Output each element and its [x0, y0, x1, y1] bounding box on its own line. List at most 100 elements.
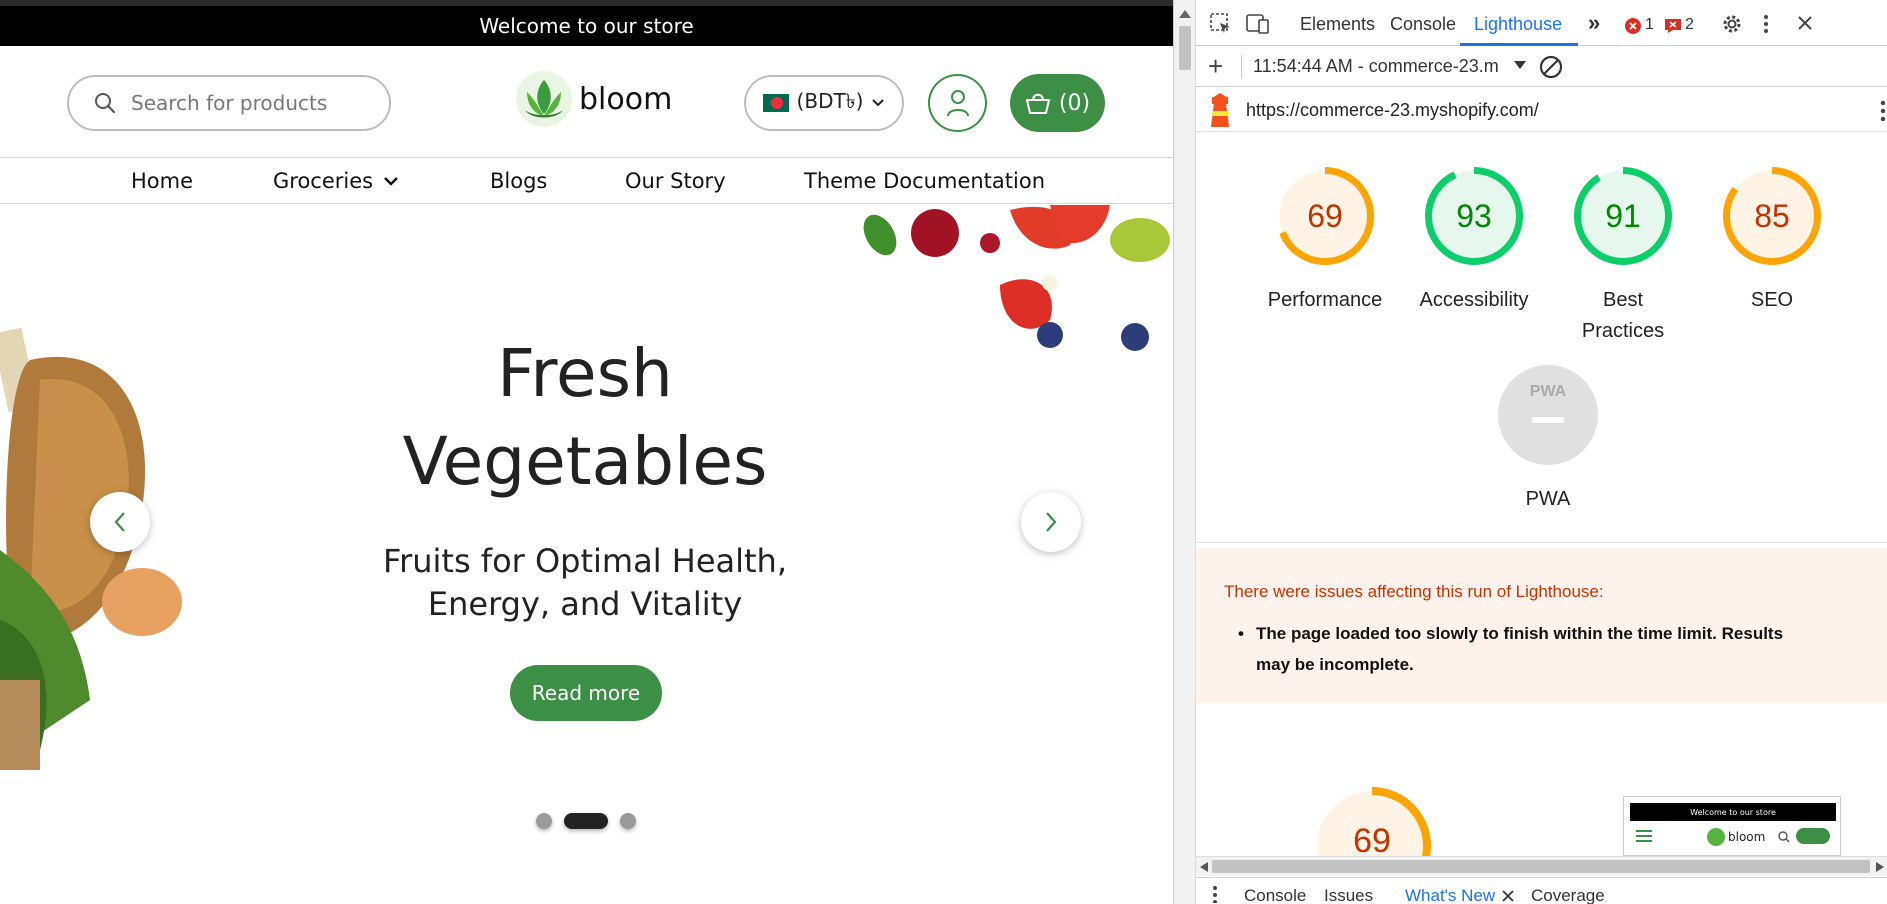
nav-blogs[interactable]: Blogs — [490, 169, 547, 193]
nav-our-story[interactable]: Our Story — [625, 169, 726, 193]
close-drawer-tab-icon[interactable] — [1502, 890, 1514, 902]
tab-lighthouse[interactable]: Lighthouse — [1474, 14, 1562, 35]
drawer-tab-issues[interactable]: Issues — [1324, 886, 1373, 904]
read-more-button[interactable]: Read more — [510, 665, 662, 721]
nav-groceries[interactable]: Groceries — [273, 169, 399, 193]
settings-gear-icon[interactable] — [1721, 13, 1743, 35]
hscroll-thumb[interactable] — [1212, 860, 1870, 873]
lighthouse-logo-icon — [1211, 93, 1229, 127]
slider-dot-1[interactable] — [536, 813, 552, 829]
warning-item-line1: The page loaded too slowly to finish wit… — [1256, 624, 1784, 643]
bangladesh-flag-icon — [762, 94, 789, 112]
tab-elements[interactable]: Elements — [1300, 14, 1375, 35]
drawer-tab-console[interactable]: Console — [1244, 886, 1306, 904]
announcement-text: Welcome to our store — [479, 14, 694, 38]
nav-theme-documentation[interactable]: Theme Documentation — [804, 169, 1045, 193]
warning-title: There were issues affecting this run of … — [1224, 582, 1604, 601]
thumb-search-icon — [1778, 831, 1790, 843]
logo-text: bloom — [579, 81, 673, 117]
gauge-best-practices[interactable]: 91 Best Practices — [1573, 166, 1673, 347]
pwa-badge-icon — [1498, 365, 1598, 465]
gauge-seo[interactable]: 85 SEO — [1722, 166, 1822, 316]
search-placeholder: Search for products — [131, 91, 328, 115]
new-report-icon[interactable]: + — [1208, 51, 1223, 82]
horizontal-scrollbar[interactable] — [1196, 856, 1887, 876]
fruits-image — [863, 205, 1170, 351]
slider-prev-button[interactable] — [90, 492, 150, 552]
bullet: • — [1238, 624, 1244, 643]
close-devtools-icon[interactable] — [1796, 14, 1814, 34]
hero-title-line2: Vegetables — [402, 423, 768, 500]
slider-dot-3[interactable] — [620, 813, 636, 829]
issues-icon — [1665, 19, 1681, 33]
drawer-tab-bar: Console Issues What's New Coverage — [1196, 877, 1887, 904]
slider-dot-2-active[interactable] — [564, 813, 608, 829]
chevron-down-icon — [872, 99, 885, 107]
scroll-right-icon — [1876, 862, 1884, 872]
drawer-menu-icon[interactable] — [1212, 885, 1218, 903]
report-url[interactable]: https://commerce-23.myshopify.com/ — [1246, 100, 1539, 121]
performance-gauge-large: 69 — [1312, 786, 1432, 856]
gauge-accessibility[interactable]: 93 Accessibility — [1420, 166, 1528, 316]
hero-subtitle-line1: Fruits for Optimal Health, — [383, 542, 787, 580]
nav-home[interactable]: Home — [131, 169, 193, 193]
tab-console[interactable]: Console — [1390, 14, 1456, 35]
search-input[interactable]: Search for products — [67, 75, 391, 131]
score-label: SEO — [1750, 289, 1794, 311]
page-screenshot-thumbnail[interactable]: Welcome to our store bloom — [1623, 796, 1841, 856]
devtools-panel: Elements Console Lighthouse » 1 2 + 11:5… — [1173, 0, 1887, 904]
hero-title-line1: Fresh — [497, 335, 673, 412]
active-tab-indicator — [1460, 43, 1578, 46]
error-icon — [1625, 18, 1641, 34]
devtools-tab-bar: Elements Console Lighthouse » 1 2 — [1196, 0, 1887, 46]
score-value: 69 — [1307, 197, 1343, 234]
hero-title: Fresh Vegetables — [350, 330, 820, 506]
currency-selector[interactable]: (BDT৳) — [744, 75, 904, 131]
chevron-right-icon — [1046, 512, 1057, 532]
scroll-left-icon — [1200, 862, 1208, 872]
basket-icon — [1025, 93, 1050, 114]
thumb-banner: Welcome to our store — [1630, 803, 1836, 821]
inspect-element-icon[interactable] — [1210, 13, 1232, 35]
hero-subtitle: Fruits for Optimal Health, Energy, and V… — [340, 540, 830, 626]
lighthouse-warning: There were issues affecting this run of … — [1196, 548, 1887, 703]
gauge-pwa[interactable]: PWA PWA — [1498, 365, 1598, 515]
main-navigation: Home Groceries Blogs Our Story Theme Doc… — [0, 157, 1173, 204]
slider-next-button[interactable] — [1021, 492, 1081, 552]
hero-subtitle-line2: Energy, and Vitality — [427, 585, 743, 623]
chevron-down-icon — [384, 177, 398, 186]
section-divider — [1196, 542, 1887, 543]
more-tabs-icon[interactable]: » — [1588, 10, 1600, 36]
device-toolbar-icon[interactable] — [1246, 13, 1270, 35]
scrollbar-thumb[interactable] — [1179, 26, 1191, 70]
report-url-bar: https://commerce-23.myshopify.com/ — [1196, 88, 1887, 132]
clear-reports-icon[interactable] — [1538, 54, 1564, 80]
account-button[interactable] — [928, 74, 987, 132]
page-scrollbar[interactable] — [1174, 0, 1196, 904]
report-menu-icon[interactable] — [1880, 100, 1886, 122]
drawer-tab-coverage[interactable]: Coverage — [1531, 886, 1605, 904]
drawer-tab-whats-new[interactable]: What's New — [1405, 886, 1495, 904]
hamburger-icon — [1636, 830, 1652, 842]
lotus-logo-icon — [516, 71, 572, 127]
score-label-line2: Practices — [1581, 320, 1665, 342]
lighthouse-toolbar: + 11:54:44 AM - commerce-23.m — [1196, 47, 1887, 87]
currency-label: (BDT৳) — [796, 88, 864, 113]
warning-item-line2: may be incomplete. — [1256, 655, 1414, 674]
bottom-score: 69 — [1353, 822, 1391, 856]
more-options-icon[interactable] — [1763, 14, 1769, 34]
score-value: 91 — [1605, 197, 1641, 234]
toolbar-divider — [1241, 55, 1242, 79]
store-logo[interactable]: bloom — [515, 70, 672, 128]
gauge-performance[interactable]: 69 Performance — [1268, 166, 1382, 316]
error-count[interactable]: 1 — [1645, 16, 1654, 34]
score-value: 85 — [1754, 197, 1790, 234]
storefront-viewport: Welcome to our store Search for products… — [0, 0, 1173, 904]
scroll-up-icon — [1179, 10, 1191, 18]
report-selector[interactable]: 11:54:44 AM - commerce-23.m — [1253, 56, 1508, 77]
thumb-cart-icon — [1796, 828, 1830, 844]
issue-count[interactable]: 2 — [1685, 16, 1694, 34]
thumb-logo-icon — [1707, 828, 1725, 846]
dropdown-triangle-icon[interactable] — [1514, 61, 1526, 71]
cart-button[interactable]: (0) — [1010, 74, 1105, 132]
